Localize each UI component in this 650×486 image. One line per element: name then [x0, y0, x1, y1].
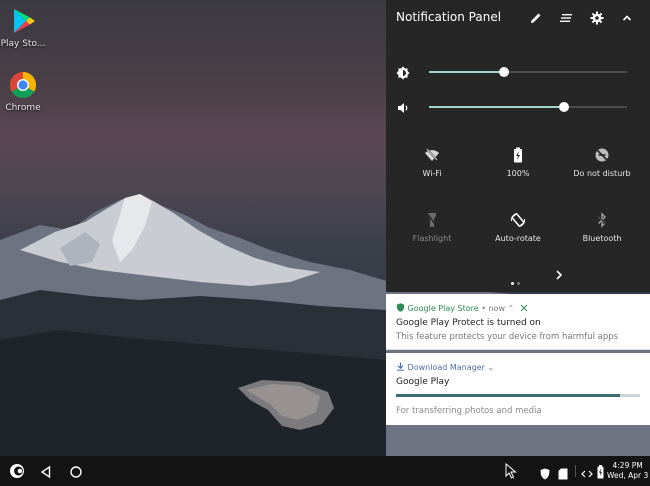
cursor-icon: [505, 462, 517, 479]
tile-label: Flashlight: [412, 234, 452, 243]
brightness-slider-fill: [429, 71, 505, 73]
tile-label: Bluetooth: [582, 234, 622, 243]
tile-do-not-disturb[interactable]: Do not disturb: [558, 147, 646, 178]
desktop-icon-label: Chrome: [5, 103, 41, 113]
panel-header: Notification Panel: [386, 0, 650, 36]
tile-flashlight[interactable]: Flashlight: [388, 212, 476, 243]
play-store-icon: [8, 6, 38, 36]
notification-header: Download Manager ⌄: [396, 362, 494, 372]
tile-label: 100%: [506, 169, 530, 178]
battery-charging-icon: [510, 147, 526, 163]
tile-auto-rotate[interactable]: Auto-rotate: [474, 212, 562, 243]
shield-icon[interactable]: [540, 465, 550, 480]
sd-card-icon[interactable]: [558, 465, 568, 480]
notification-card-play-protect[interactable]: Google Play Store • now ⌃ Google Play Pr…: [386, 294, 650, 350]
taskbar-divider: [575, 465, 576, 477]
home-icon[interactable]: [69, 464, 83, 478]
gear-icon[interactable]: [590, 10, 604, 25]
chevron-right-icon[interactable]: [553, 266, 565, 280]
notification-title: Google Play: [396, 377, 450, 387]
notification-header: Google Play Store • now ⌃: [396, 303, 528, 313]
expand-indicator[interactable]: ⌄: [487, 363, 494, 372]
page-dot-active[interactable]: [511, 282, 514, 285]
tile-wifi[interactable]: Wi-Fi: [388, 147, 476, 178]
code-icon[interactable]: [581, 465, 593, 478]
volume-slider-fill: [429, 106, 564, 108]
brightness-slider-thumb[interactable]: [499, 67, 510, 77]
back-icon[interactable]: [39, 464, 53, 479]
notification-card-download[interactable]: Download Manager ⌄ Google Play For trans…: [386, 353, 650, 425]
notification-app-name: Download Manager: [407, 363, 485, 372]
shield-icon: [396, 303, 405, 312]
clock-time: 4:29 PM: [612, 461, 643, 470]
launcher-icon[interactable]: [9, 463, 25, 479]
do-not-disturb-icon: [594, 147, 610, 163]
notification-text: For transferring photos and media: [396, 406, 542, 416]
notification-text: This feature protects your device from h…: [396, 332, 619, 342]
brightness-slider[interactable]: [429, 67, 627, 77]
tile-label: Do not disturb: [573, 169, 631, 178]
wifi-off-icon: [424, 147, 440, 163]
download-icon: [397, 362, 404, 371]
tile-label: Wi-Fi: [422, 169, 442, 178]
clock[interactable]: 4:29 PM Wed, Apr 3: [607, 461, 648, 481]
sort-icon[interactable]: [559, 10, 573, 24]
volume-slider-row: [386, 97, 650, 117]
battery-icon[interactable]: [597, 464, 604, 479]
notification-panel: Notification Panel Wi-Fi 100% Do not dis…: [386, 0, 650, 292]
volume-icon: [396, 100, 410, 114]
download-progress-bar: [396, 394, 640, 397]
download-progress-fill: [396, 394, 621, 397]
tile-battery[interactable]: 100%: [474, 147, 562, 178]
volume-slider[interactable]: [429, 102, 627, 112]
tile-page-indicator: [511, 270, 523, 289]
desktop-icon-label: Play Sto...: [0, 39, 46, 49]
tile-label: Auto-rotate: [495, 234, 541, 243]
chevron-up-icon[interactable]: [620, 10, 634, 24]
notification-time: • now ⌃: [481, 304, 515, 313]
chrome-icon: [8, 70, 38, 100]
brightness-icon: [396, 65, 410, 80]
desktop-icon-chrome[interactable]: Chrome: [0, 70, 46, 113]
brightness-slider-row: [386, 62, 650, 82]
panel-title: Notification Panel: [396, 10, 502, 24]
clock-date: Wed, Apr 3: [607, 471, 649, 480]
desktop-icon-play-store[interactable]: Play Sto...: [0, 6, 46, 49]
bluetooth-icon: [594, 212, 610, 228]
page-dot[interactable]: [517, 282, 520, 285]
flashlight-icon: [424, 212, 440, 228]
notification-app-name: Google Play Store: [407, 304, 479, 313]
close-icon[interactable]: [520, 304, 528, 312]
auto-rotate-icon: [510, 212, 526, 228]
taskbar: 4:29 PM Wed, Apr 3: [0, 456, 650, 486]
notification-title: Google Play Protect is turned on: [396, 318, 541, 328]
edit-icon[interactable]: [529, 10, 543, 24]
tile-bluetooth[interactable]: Bluetooth: [558, 212, 646, 243]
volume-slider-thumb[interactable]: [558, 102, 569, 112]
